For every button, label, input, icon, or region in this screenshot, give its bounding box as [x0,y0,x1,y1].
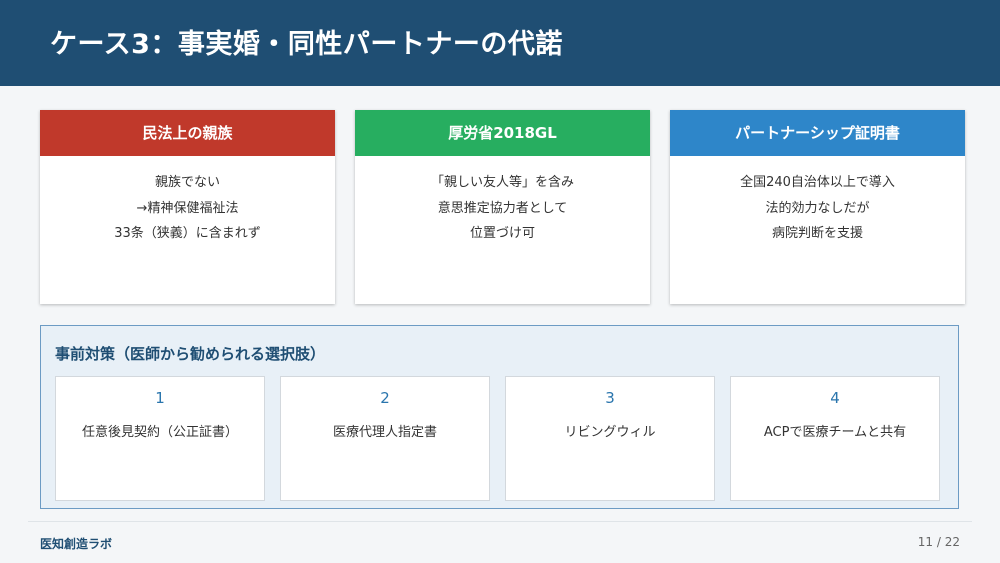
card-line: 親族でない [154,175,220,190]
card-heading: パートナーシップ証明書 [670,110,965,156]
card-line: 位置づけ可 [469,226,535,241]
card-line: 病院判断を支援 [771,226,863,241]
card-line: →精神保健福祉法 [136,200,239,216]
card-heading: 厚労省2018GL [355,110,650,156]
card-partnership-certificate: パートナーシップ証明書 全国240自治体以上で導入 法的効力なしだが 病院判断を… [670,110,965,304]
card-body: 全国240自治体以上で導入 法的効力なしだが 病院判断を支援 [670,156,965,247]
option-number: 2 [380,389,390,407]
card-heading: 民法上の親族 [40,110,335,156]
info-cards: 民法上の親族 親族でない →精神保健福祉法 33条（狭義）に含まれず 厚労省20… [40,110,966,304]
card-body: 「親しい友人等」を含み 意思推定協力者として 位置づけ可 [355,156,650,247]
slide-header: ケース3：事実婚・同性パートナーの代諾 [0,0,1000,86]
card-line: 法的効力なしだが [765,200,870,216]
option-label: 医療代理人指定書 [332,425,437,440]
option-number: 3 [605,389,615,407]
card-line: 「親しい友人等」を含み [430,175,574,190]
option-label: ACPで医療チームと共有 [763,425,907,440]
option-number: 1 [155,389,165,407]
option-card: 1 任意後見契約（公正証書） [55,376,265,501]
card-mhlw-guideline: 厚労省2018GL 「親しい友人等」を含み 意思推定協力者として 位置づけ可 [355,110,650,304]
page-number: 11 / 22 [917,535,960,549]
card-line: 全国240自治体以上で導入 [740,175,895,190]
section-title: 事前対策（医師から勧められる選択肢） [55,345,326,363]
option-card: 3 リビングウィル [505,376,715,501]
option-label: リビングウィル [564,425,656,440]
card-line: 33条（狭義）に含まれず [114,226,261,241]
card-line: 意思推定協力者として [437,200,568,216]
footer-brand: 医知創造ラボ [40,537,113,551]
option-number: 4 [830,389,840,407]
option-label: 任意後見契約（公正証書） [81,425,238,440]
advance-measures-section: 事前対策（医師から勧められる選択肢） 1 任意後見契約（公正証書） 2 医療代理… [40,325,959,509]
option-card: 2 医療代理人指定書 [280,376,490,501]
footer-divider [28,521,972,522]
card-civil-law: 民法上の親族 親族でない →精神保健福祉法 33条（狭義）に含まれず [40,110,335,304]
option-card: 4 ACPで医療チームと共有 [730,376,940,501]
slide-title: ケース3：事実婚・同性パートナーの代諾 [50,29,563,60]
card-body: 親族でない →精神保健福祉法 33条（狭義）に含まれず [40,156,335,247]
